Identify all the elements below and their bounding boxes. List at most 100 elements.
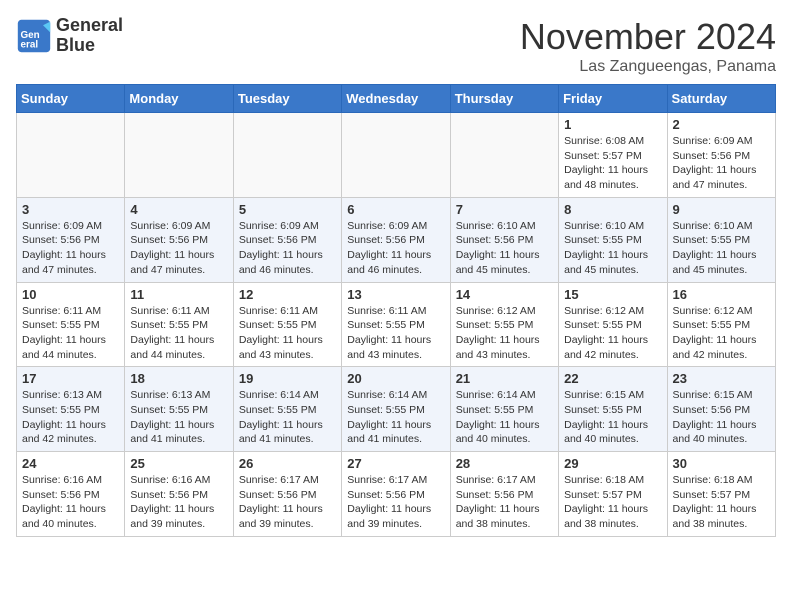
day-info: Sunrise: 6:12 AMSunset: 5:55 PMDaylight:… (456, 304, 553, 363)
day-info-line: Daylight: 11 hours (564, 248, 661, 263)
day-info-line: and 42 minutes. (564, 348, 661, 363)
calendar-week-row: 10Sunrise: 6:11 AMSunset: 5:55 PMDayligh… (17, 282, 776, 367)
day-info-line: Daylight: 11 hours (239, 502, 336, 517)
day-number: 14 (456, 287, 553, 302)
day-number: 2 (673, 117, 770, 132)
calendar-cell: 17 Sunrise: 6:13 AMSunset: 5:55 PMDayligh… (17, 367, 125, 452)
day-info-line: Daylight: 11 hours (564, 502, 661, 517)
calendar-cell: 9Sunrise: 6:10 AMSunset: 5:55 PMDaylight… (667, 197, 775, 282)
day-info-line: Sunrise: 6:18 AM (673, 473, 770, 488)
day-info-line: Daylight: 11 hours (456, 333, 553, 348)
calendar-cell: 19Sunrise: 6:14 AMSunset: 5:55 PMDayligh… (233, 367, 341, 452)
calendar-cell: 30 Sunrise: 6:18 AMSunset: 5:57 PMDayligh… (667, 452, 775, 537)
calendar-cell (17, 113, 125, 198)
day-info-line: Sunset: 5:55 PM (22, 318, 119, 333)
day-info-line: Sunrise: 6:09 AM (673, 134, 770, 149)
svg-text:eral: eral (21, 39, 39, 50)
weekday-header-tuesday: Tuesday (233, 85, 341, 113)
day-info-line: Daylight: 11 hours (347, 502, 444, 517)
day-info-line: Sunset: 5:55 PM (22, 403, 119, 418)
day-info-line: Daylight: 11 hours (347, 248, 444, 263)
day-info-line: Sunrise: 6:12 AM (673, 304, 770, 319)
day-info: Sunrise: 6:16 AMSunset: 5:56 PMDaylight:… (130, 473, 227, 532)
day-info-line: Daylight: 11 hours (239, 418, 336, 433)
calendar-header-row: SundayMondayTuesdayWednesdayThursdayFrid… (17, 85, 776, 113)
calendar-cell: 8Sunrise: 6:10 AMSunset: 5:55 PMDaylight… (559, 197, 667, 282)
day-info-line: Sunset: 5:56 PM (239, 233, 336, 248)
day-number: 15 (564, 287, 661, 302)
calendar-cell: 18 Sunrise: 6:13 AMSunset: 5:55 PMDayligh… (125, 367, 233, 452)
day-number: 20 (347, 371, 444, 386)
day-number: 13 (347, 287, 444, 302)
day-info-line: and 43 minutes. (456, 348, 553, 363)
day-info-line: Sunset: 5:57 PM (564, 488, 661, 503)
day-number: 19 (239, 371, 336, 386)
calendar-cell (125, 113, 233, 198)
weekday-header-sunday: Sunday (17, 85, 125, 113)
calendar-cell: 11Sunrise: 6:11 AMSunset: 5:55 PMDayligh… (125, 282, 233, 367)
day-number: 17 (22, 371, 119, 386)
day-info-line: Sunset: 5:55 PM (456, 318, 553, 333)
day-info-line: Daylight: 11 hours (673, 333, 770, 348)
day-number: 5 (239, 202, 336, 217)
day-info-line: and 43 minutes. (239, 348, 336, 363)
day-info-line: Daylight: 11 hours (564, 333, 661, 348)
day-info-line: Daylight: 11 hours (673, 502, 770, 517)
calendar-week-row: 24 Sunrise: 6:16 AMSunset: 5:56 PMDayligh… (17, 452, 776, 537)
calendar-cell: 2Sunrise: 6:09 AMSunset: 5:56 PMDaylight… (667, 113, 775, 198)
day-info-line: Daylight: 11 hours (130, 248, 227, 263)
day-number: 22 (564, 371, 661, 386)
day-info: Sunrise: 6:13 AMSunset: 5:55 PMDaylight:… (22, 388, 119, 447)
day-info-line: and 39 minutes. (347, 517, 444, 532)
title-block: November 2024 Las Zangueengas, Panama (520, 16, 776, 76)
day-info-line: and 39 minutes. (239, 517, 336, 532)
day-number: 30 (673, 456, 770, 471)
day-info-line: Sunrise: 6:11 AM (239, 304, 336, 319)
calendar-cell: 24Sunrise: 6:16 AMSunset: 5:56 PMDayligh… (17, 452, 125, 537)
calendar-cell: 29Sunrise: 6:18 AMSunset: 5:57 PMDayligh… (559, 452, 667, 537)
calendar-cell: 27Sunrise: 6:17 AMSunset: 5:56 PMDayligh… (342, 452, 450, 537)
day-info-line: Daylight: 11 hours (130, 502, 227, 517)
day-number: 4 (130, 202, 227, 217)
day-info-line: Sunrise: 6:17 AM (347, 473, 444, 488)
day-info-line: and 45 minutes. (673, 263, 770, 278)
weekday-header-thursday: Thursday (450, 85, 558, 113)
day-number: 18 (130, 371, 227, 386)
logo: Gen eral General Blue (16, 16, 123, 56)
day-info-line: Sunset: 5:55 PM (564, 318, 661, 333)
calendar-cell (342, 113, 450, 198)
day-info-line: Sunrise: 6:18 AM (564, 473, 661, 488)
day-info-line: Sunrise: 6:14 AM (239, 388, 336, 403)
day-info: Sunrise: 6:10 AMSunset: 5:56 PMDaylight:… (456, 219, 553, 278)
day-number: 6 (347, 202, 444, 217)
calendar-week-row: 17 Sunrise: 6:13 AMSunset: 5:55 PMDayligh… (17, 367, 776, 452)
day-info-line: Sunrise: 6:14 AM (347, 388, 444, 403)
day-info-line: Sunset: 5:57 PM (564, 149, 661, 164)
day-info-line: Sunrise: 6:09 AM (239, 219, 336, 234)
day-info-line: and 41 minutes. (347, 432, 444, 447)
day-info: Sunrise: 6:18 AMSunset: 5:57 PMDaylight:… (673, 473, 770, 532)
location: Las Zangueengas, Panama (520, 58, 776, 76)
day-info-line: Sunrise: 6:10 AM (456, 219, 553, 234)
day-info-line: and 38 minutes. (673, 517, 770, 532)
day-info: Sunrise: 6:13 AMSunset: 5:55 PMDaylight:… (130, 388, 227, 447)
day-info-line: and 46 minutes. (347, 263, 444, 278)
calendar-cell: 28Sunrise: 6:17 AMSunset: 5:56 PMDayligh… (450, 452, 558, 537)
day-info-line: and 40 minutes. (456, 432, 553, 447)
day-info-line: Daylight: 11 hours (239, 333, 336, 348)
day-number: 25 (130, 456, 227, 471)
day-number: 9 (673, 202, 770, 217)
day-info: Sunrise: 6:10 AMSunset: 5:55 PMDaylight:… (564, 219, 661, 278)
day-info-line: Sunset: 5:56 PM (22, 233, 119, 248)
day-info-line: Sunrise: 6:10 AM (673, 219, 770, 234)
day-number: 24 (22, 456, 119, 471)
day-info-line: Sunrise: 6:12 AM (564, 304, 661, 319)
page-header: Gen eral General Blue November 2024 Las … (16, 16, 776, 76)
calendar-table: SundayMondayTuesdayWednesdayThursdayFrid… (16, 84, 776, 537)
day-info-line: Daylight: 11 hours (22, 502, 119, 517)
day-info-line: Sunrise: 6:09 AM (130, 219, 227, 234)
calendar-week-row: 3Sunrise: 6:09 AMSunset: 5:56 PMDaylight… (17, 197, 776, 282)
calendar-cell: 13Sunrise: 6:11 AMSunset: 5:55 PMDayligh… (342, 282, 450, 367)
day-info-line: and 48 minutes. (564, 178, 661, 193)
day-info-line: and 46 minutes. (239, 263, 336, 278)
